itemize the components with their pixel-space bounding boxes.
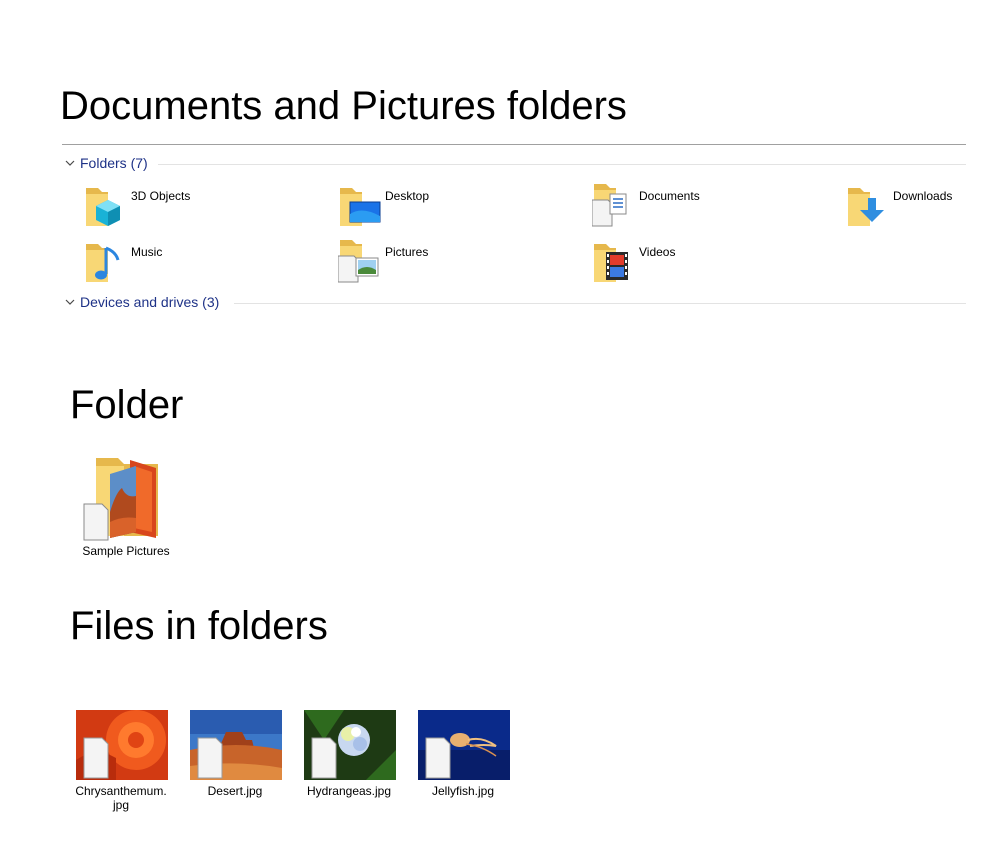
desktop-folder-icon	[340, 188, 381, 226]
chrysanthemum-thumbnail	[76, 710, 168, 780]
folder-label: Downloads	[893, 189, 953, 203]
folder-tile-videos[interactable]: Videos	[592, 240, 812, 288]
file-caption: Desert.jpg	[207, 784, 263, 798]
devices-group-header[interactable]: Devices and drives (3)	[64, 294, 219, 310]
folder-tile-pictures[interactable]: Pictures	[338, 240, 558, 288]
folder-label: Pictures	[385, 245, 429, 259]
file-caption: Jellyfish.jpg	[431, 784, 495, 798]
music-folder-icon	[86, 244, 120, 282]
sample-pictures-folder-icon	[83, 458, 158, 541]
folder-tile-documents[interactable]: Documents	[592, 184, 812, 232]
file-caption: Chrysanthemum. jpg	[75, 784, 167, 812]
folder-label: Documents	[639, 189, 700, 203]
folder-tile-3d-objects[interactable]: 3D Objects	[84, 184, 304, 232]
file-caption: Hydrangeas.jpg	[306, 784, 392, 798]
folder-label: Videos	[639, 245, 676, 259]
pictures-folder-icon	[338, 240, 379, 283]
devices-group-label: Devices and drives (3)	[80, 294, 220, 310]
chevron-down-icon	[65, 299, 75, 305]
downloads-folder-icon	[848, 188, 884, 226]
section-title-folder: Folder	[70, 383, 184, 427]
section-title-known-folders: Documents and Pictures folders	[60, 84, 627, 128]
folder-label: 3D Objects	[131, 189, 191, 203]
sample-pictures-folder[interactable]: Sample Pictures	[78, 452, 174, 562]
folders-group-label: Folders (7)	[80, 155, 148, 171]
folder-caption: Sample Pictures	[82, 544, 170, 558]
folder-tile-downloads[interactable]: Downloads	[846, 184, 966, 232]
folder-tile-desktop[interactable]: Desktop	[338, 184, 558, 232]
3d-objects-folder-icon	[86, 188, 120, 226]
group-divider	[158, 164, 966, 165]
folder-label: Music	[131, 245, 163, 259]
folders-group-header[interactable]: Folders (7)	[64, 155, 148, 171]
folder-tile-music[interactable]: Music	[84, 240, 304, 288]
documents-folder-icon	[592, 184, 627, 227]
hydrangeas-thumbnail	[304, 710, 396, 780]
group-divider	[234, 303, 966, 304]
folder-label: Desktop	[385, 189, 430, 203]
videos-folder-icon	[594, 244, 628, 282]
jellyfish-thumbnail	[418, 710, 510, 780]
desert-thumbnail	[190, 710, 282, 780]
section-divider	[62, 144, 966, 145]
section-title-files: Files in folders	[70, 604, 328, 648]
chevron-down-icon	[65, 160, 75, 166]
